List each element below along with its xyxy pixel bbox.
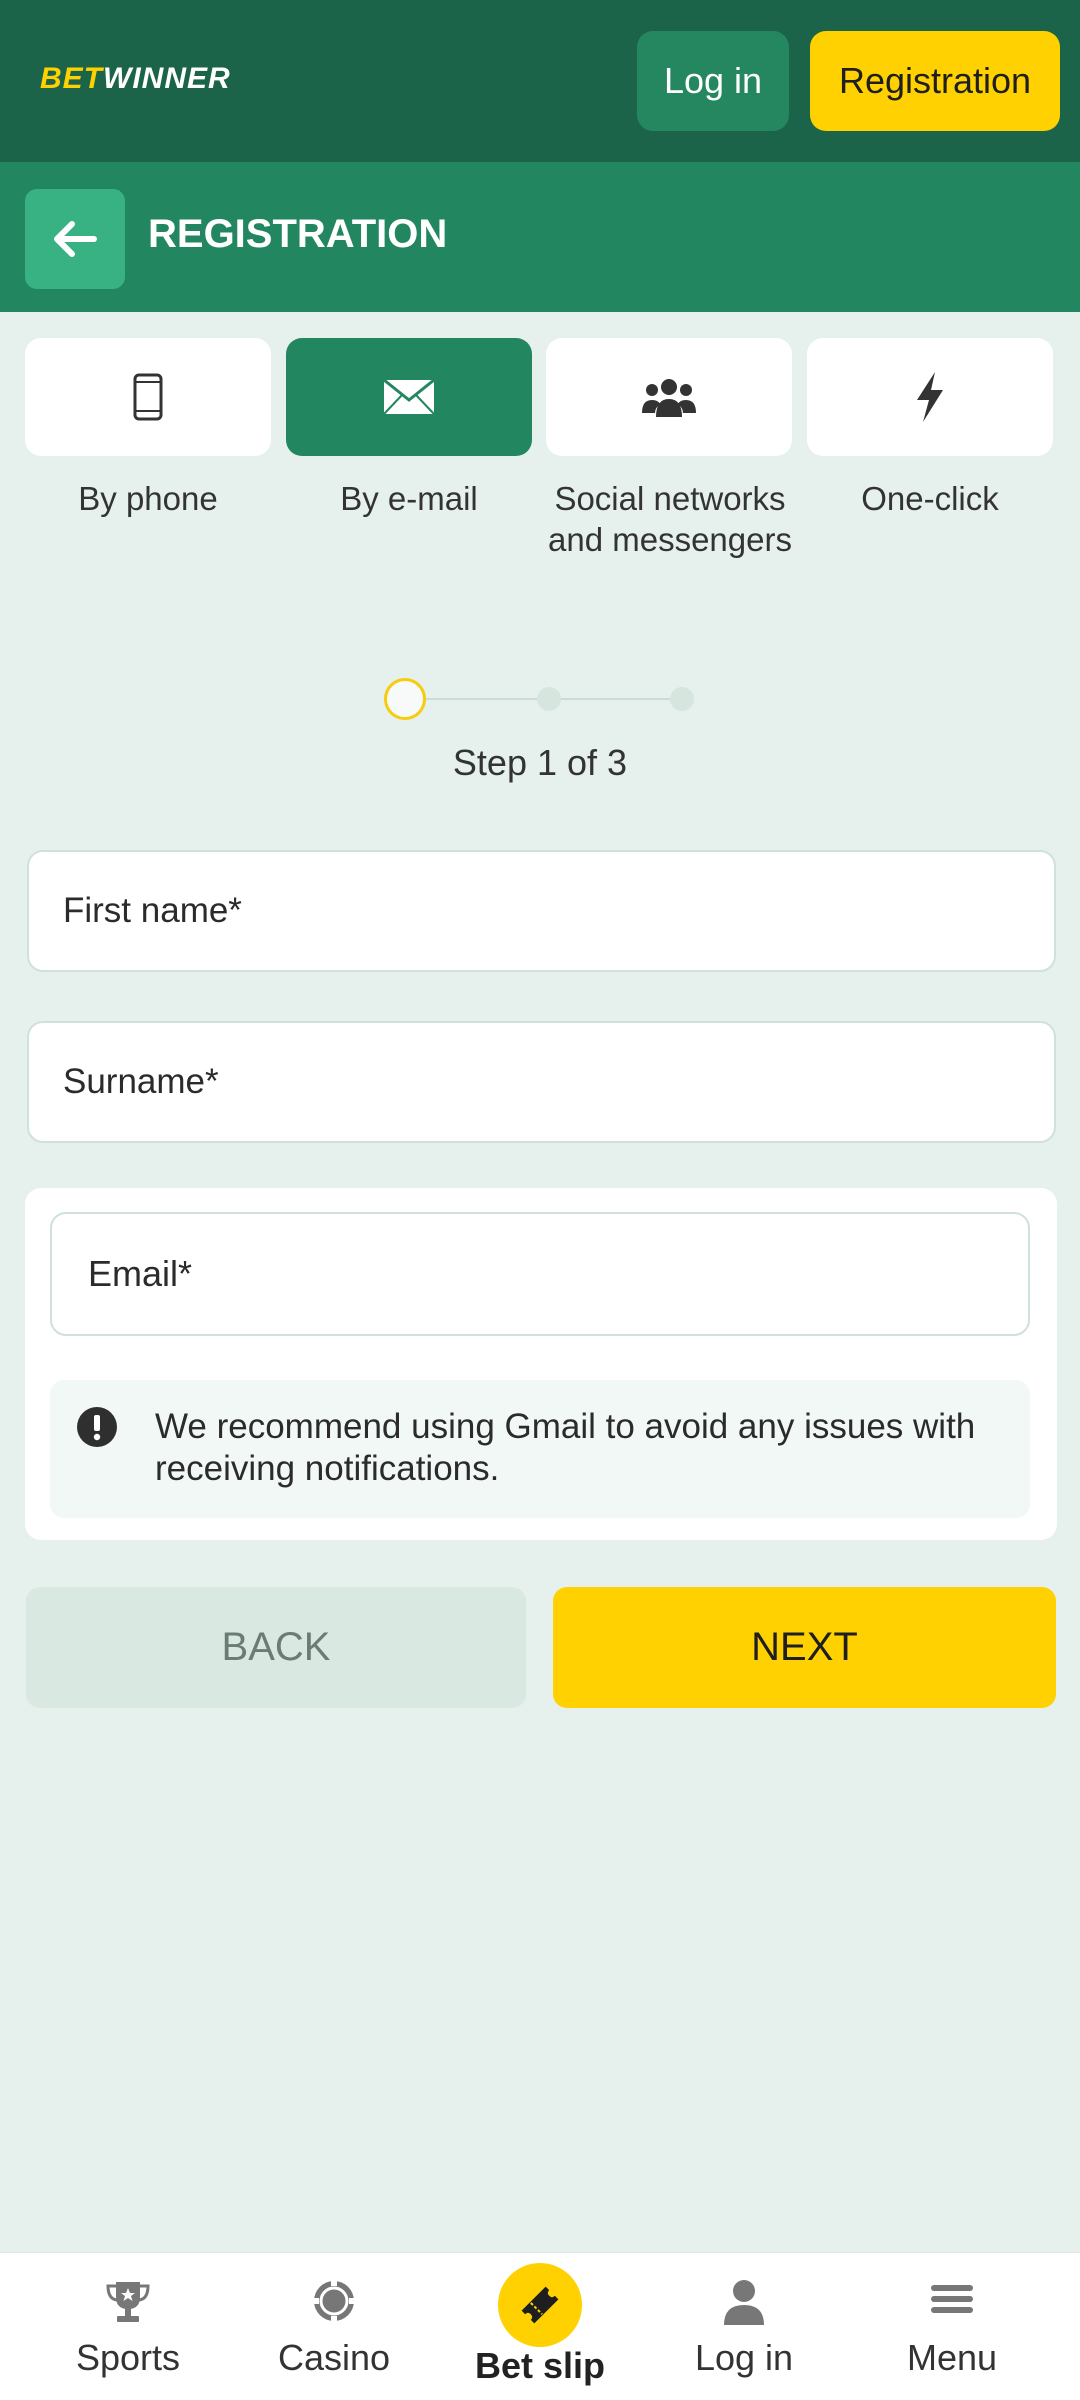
step-3-indicator: [670, 687, 694, 711]
first-name-placeholder: First name*: [63, 891, 242, 930]
nav-sports-label: Sports: [75, 2337, 181, 2378]
nav-menu[interactable]: Menu: [844, 2253, 1060, 2400]
betwinner-logo[interactable]: BETWINNER: [40, 62, 231, 96]
step-counter-text: Step 1 of 3: [452, 742, 628, 783]
logo-bet-text: BET: [40, 62, 103, 95]
step-2-indicator: [537, 687, 561, 711]
tab-label-social-networks: Social networks and messengers: [548, 480, 792, 558]
logo-winner-text: WINNER: [103, 62, 231, 95]
surname-field[interactable]: Surname*: [27, 1021, 1056, 1143]
ticket-icon: [521, 2286, 559, 2324]
back-button[interactable]: BACK: [26, 1587, 526, 1708]
tab-label-by-phone: By phone: [78, 480, 218, 517]
envelope-icon: [383, 378, 435, 415]
page-header: REGISTRATION: [0, 162, 1080, 312]
next-button[interactable]: NEXT: [553, 1587, 1056, 1708]
registration-button[interactable]: Registration: [810, 31, 1060, 131]
tab-label-by-email: By e-mail: [340, 480, 478, 517]
casino-chip-icon: [313, 2280, 355, 2322]
first-name-field[interactable]: First name*: [27, 850, 1056, 972]
tab-label-one-click: One-click: [861, 480, 999, 517]
trophy-icon: [106, 2282, 150, 2322]
step-1-indicator: [384, 678, 426, 720]
gmail-notice: We recommend using Gmail to avoid any is…: [50, 1380, 1030, 1518]
tab-by-phone[interactable]: [25, 338, 271, 456]
phone-icon: [133, 373, 163, 421]
tab-one-click[interactable]: [807, 338, 1053, 456]
step-progress: [380, 670, 700, 730]
top-bar: BETWINNER Log in Registration: [0, 0, 1080, 162]
nav-casino[interactable]: Casino: [226, 2253, 442, 2400]
tab-social-networks[interactable]: [546, 338, 792, 456]
login-button[interactable]: Log in: [637, 31, 789, 131]
email-field[interactable]: Email*: [50, 1212, 1030, 1336]
email-placeholder: Email*: [88, 1253, 193, 1294]
nav-casino-label: Casino: [277, 2337, 391, 2378]
nav-bet-slip-label: Bet slip: [474, 2345, 606, 2386]
back-arrow-button[interactable]: [25, 189, 125, 289]
nav-sports[interactable]: Sports: [20, 2253, 236, 2400]
menu-icon: [931, 2285, 973, 2313]
user-icon: [724, 2280, 764, 2325]
exclamation-icon: [77, 1407, 117, 1447]
nav-login-label: Log in: [694, 2337, 794, 2378]
tab-by-email[interactable]: [286, 338, 532, 456]
arrow-left-icon: [54, 221, 97, 257]
notice-text: We recommend using Gmail to avoid any is…: [155, 1407, 976, 1488]
lightning-icon: [917, 372, 943, 422]
bet-slip-button[interactable]: [498, 2263, 582, 2347]
nav-menu-label: Menu: [906, 2337, 998, 2378]
page-title: REGISTRATION: [148, 212, 448, 256]
nav-login[interactable]: Log in: [636, 2253, 852, 2400]
surname-placeholder: Surname*: [63, 1062, 219, 1101]
users-icon: [642, 379, 696, 417]
email-card: Email* We recommend using Gmail to avoid…: [25, 1188, 1057, 1540]
